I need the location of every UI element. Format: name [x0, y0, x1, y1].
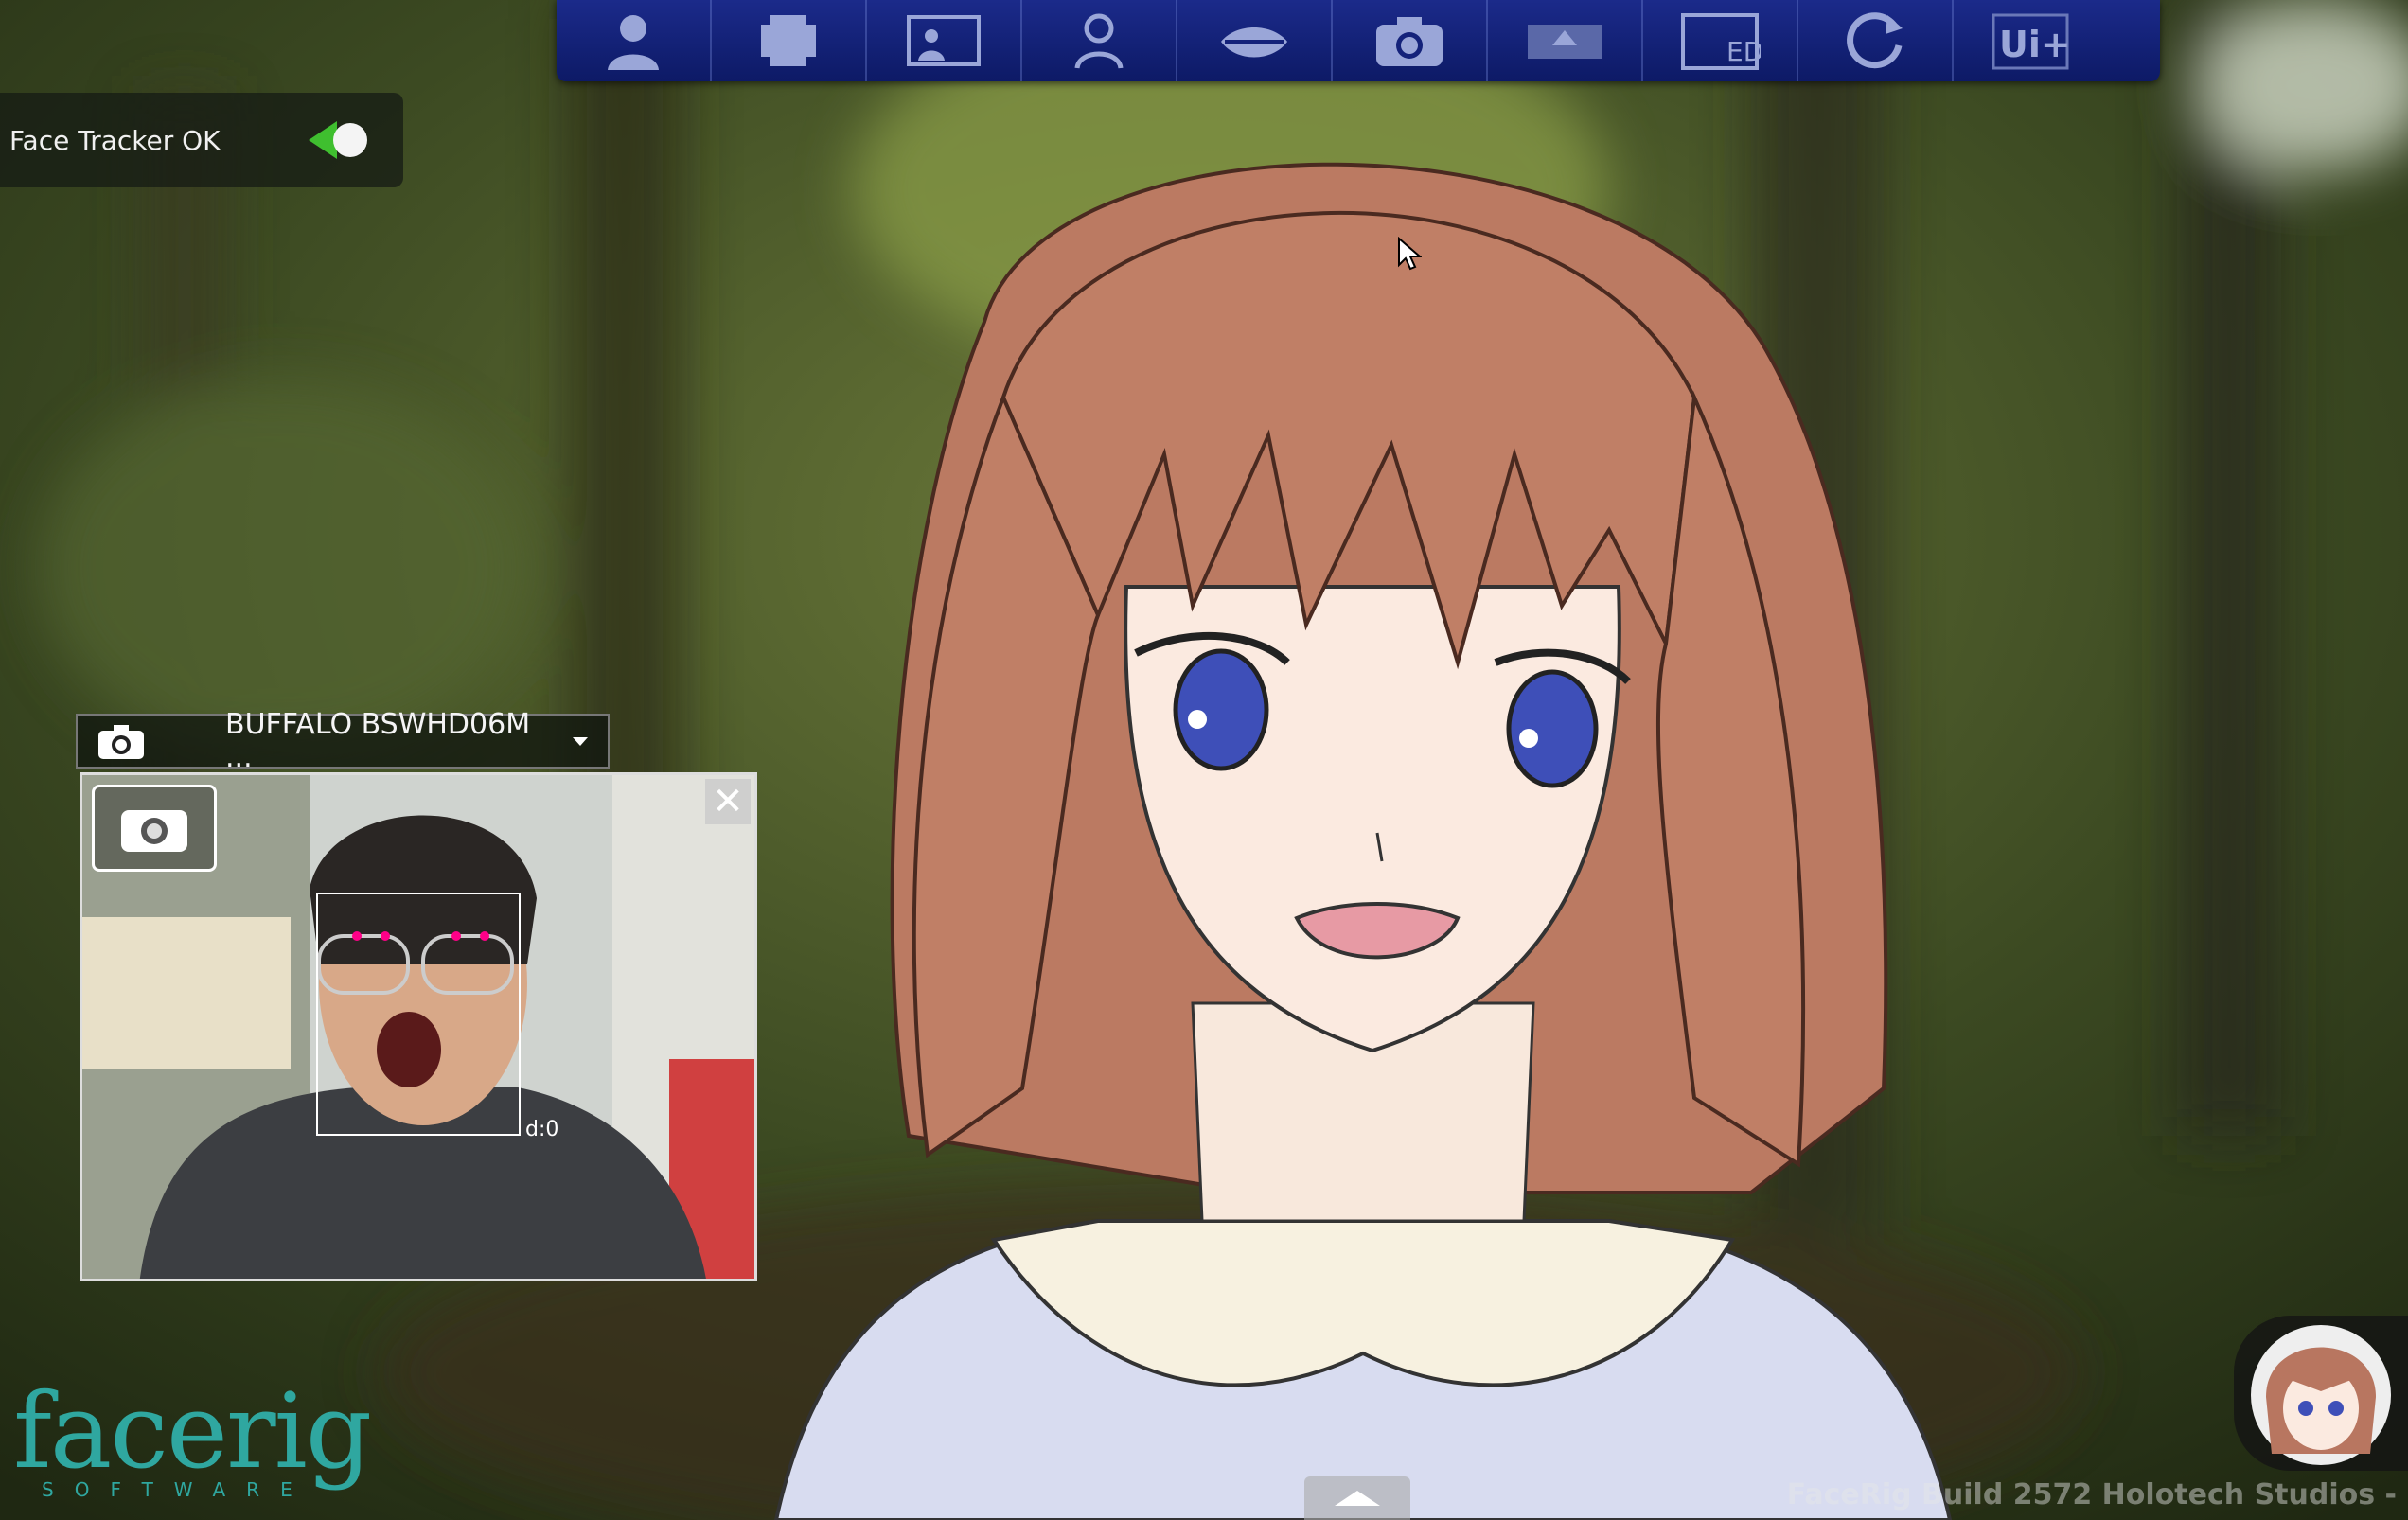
close-button[interactable]: ✕: [705, 779, 751, 824]
camera-button[interactable]: [1333, 0, 1488, 81]
camera-icon: [98, 725, 144, 759]
webcam-preview: ✕ d:0: [80, 772, 757, 1281]
props-icon: [1074, 13, 1124, 69]
ed-label: ED: [1726, 36, 1761, 67]
ed-icon: ED: [1681, 13, 1761, 70]
webcam-device-name: BUFFALO BSWHD06M ...: [225, 708, 531, 774]
ed-button[interactable]: ED: [1643, 0, 1798, 81]
broadcast-button[interactable]: [1488, 0, 1643, 81]
webcam-selector[interactable]: BUFFALO BSWHD06M ...: [76, 708, 610, 774]
avatar-button[interactable]: [557, 0, 712, 81]
background-icon: [907, 15, 981, 66]
camera-icon: [1376, 17, 1443, 66]
refresh-button[interactable]: [1798, 0, 1954, 81]
ui-plus-icon: Ui+: [1992, 13, 2071, 70]
layers-button[interactable]: [712, 0, 867, 81]
close-icon: ✕: [712, 780, 744, 823]
ui-plus-button[interactable]: Ui+: [1954, 0, 2107, 81]
snapshot-button[interactable]: [92, 785, 217, 872]
chevron-down-icon[interactable]: [566, 727, 594, 755]
depth-readout: d:0: [525, 1118, 559, 1141]
background-button[interactable]: [867, 0, 1022, 81]
face-tracker-status: Face Tracker OK: [0, 93, 403, 187]
facerig-logo: facerig SOFTWARE: [13, 1370, 373, 1516]
mouth-button[interactable]: [1177, 0, 1333, 81]
props-button[interactable]: [1022, 0, 1177, 81]
status-text: Face Tracker OK: [9, 124, 221, 156]
tracker-ok-icon[interactable]: [303, 112, 379, 168]
logo-word: facerig: [13, 1370, 372, 1492]
avatar-thumbnail[interactable]: [2234, 1316, 2408, 1471]
avatar-icon: [608, 15, 659, 70]
main-toolbar: ED Ui+: [557, 0, 2160, 81]
avatar-face-icon: [2251, 1325, 2391, 1465]
mouse-cursor-icon: [1398, 237, 1422, 271]
broadcast-icon: [1528, 25, 1602, 59]
build-info: FaceRig Build 2572 Holotech Studios -: [1786, 1478, 2397, 1511]
layers-icon: [761, 15, 816, 66]
chevron-up-icon: [1335, 1491, 1380, 1506]
refresh-icon: [1847, 12, 1903, 69]
ui-plus-label: Ui+: [1999, 24, 2071, 65]
expand-panel-button[interactable]: [1304, 1476, 1410, 1520]
mouth-icon: [1221, 27, 1287, 58]
camera-icon: [121, 810, 187, 852]
